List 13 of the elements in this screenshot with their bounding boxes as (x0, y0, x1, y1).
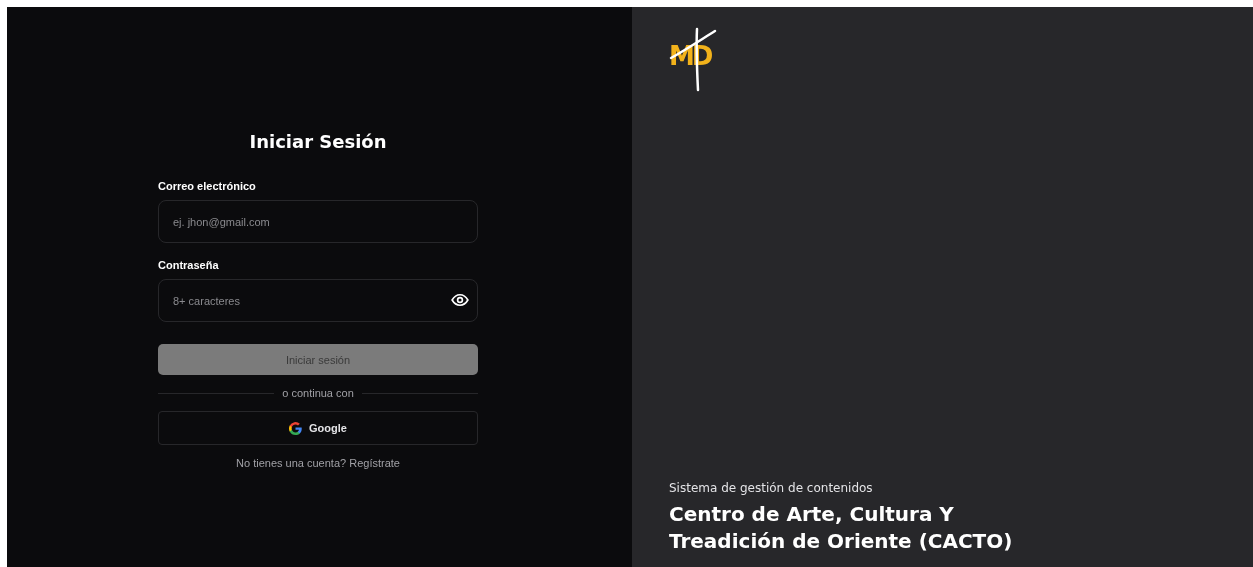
google-icon (289, 421, 303, 435)
signup-prompt: No tienes una cuenta? (236, 457, 347, 469)
divider-label: o continua con (282, 387, 354, 399)
field-label: Contraseña (158, 259, 220, 271)
login-title: Iniciar Sesión (249, 131, 387, 152)
google-button[interactable]: Google (158, 411, 478, 445)
eye-icon[interactable] (451, 291, 469, 309)
password-field[interactable]: 8+ caracteres (158, 279, 478, 322)
signup-link[interactable]: Regístrate (349, 457, 400, 469)
email-field[interactable]: ej. jhon@gmail.com (158, 200, 478, 243)
field-label: Correo electrónico (158, 180, 257, 192)
brand-title: Centro de Arte, Cultura Y Treadición de Oriente (CACTO) (669, 501, 1014, 555)
brand-subtitle: Sistema de gestión de contenidos (669, 481, 874, 495)
